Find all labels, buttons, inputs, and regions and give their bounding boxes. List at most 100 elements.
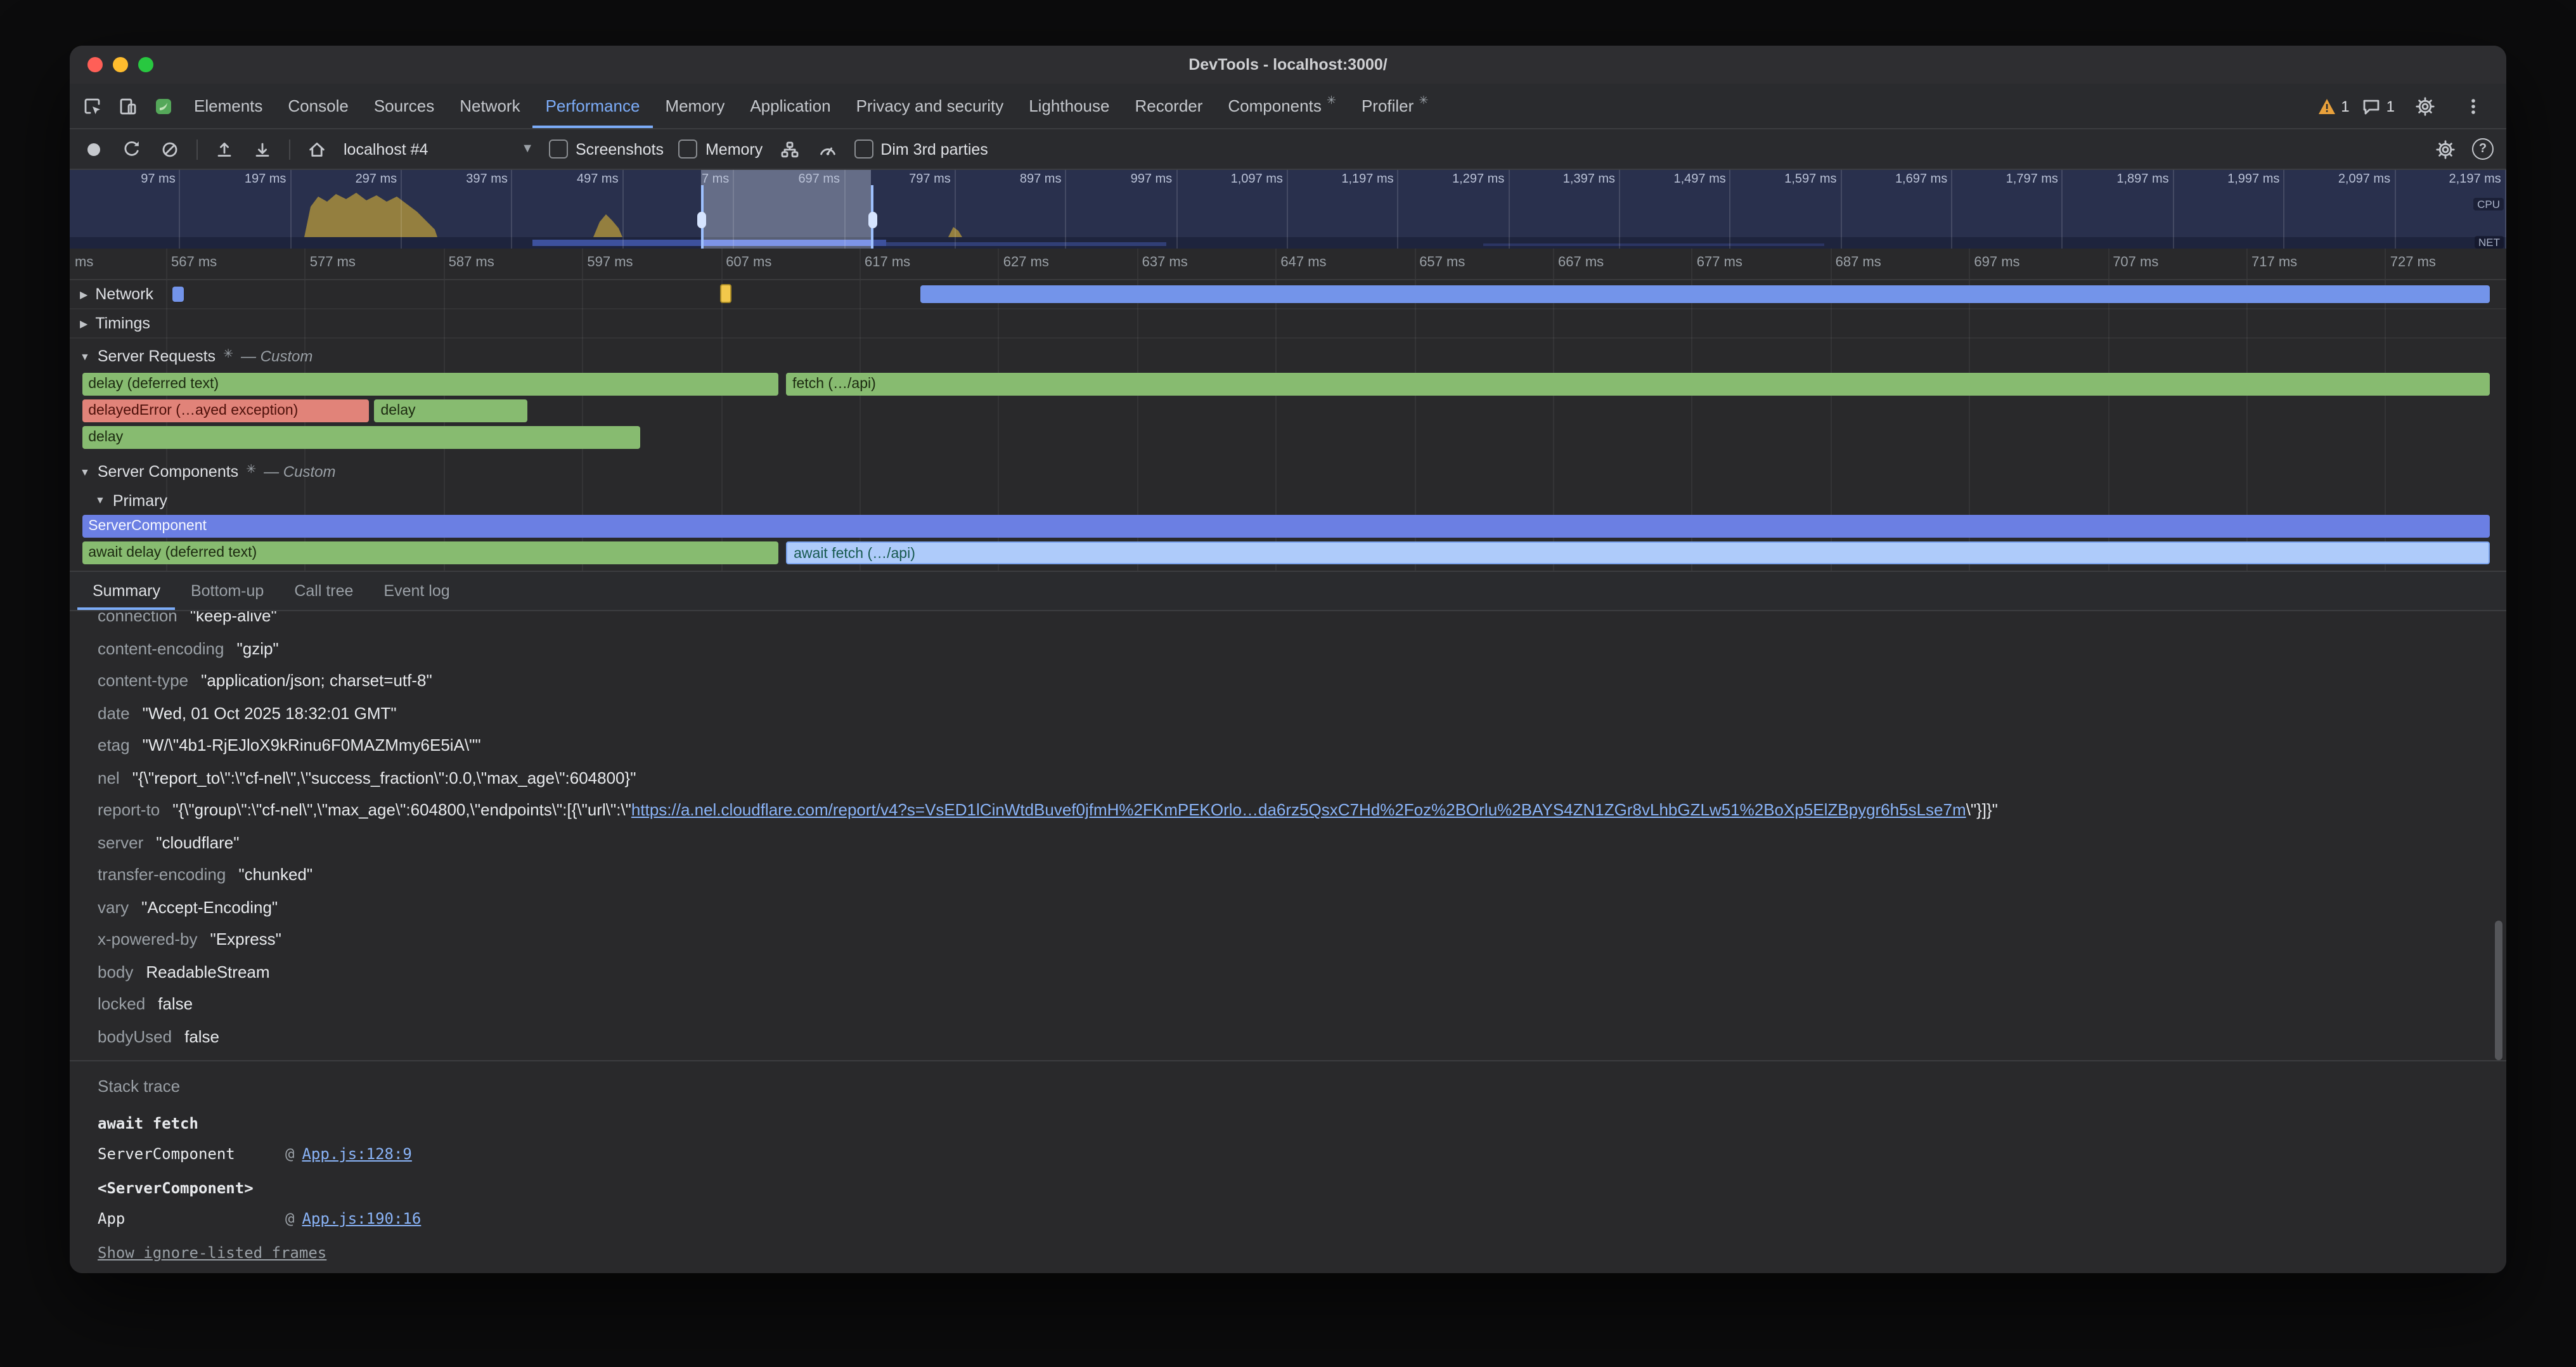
zoom-button[interactable] (138, 57, 153, 72)
network-track-label[interactable]: ▶ Network (80, 285, 153, 303)
collapse-triangle-icon[interactable]: ▼ (80, 466, 90, 477)
flame-bar-delay-deferred[interactable]: delay (deferred text) (82, 373, 778, 396)
issues-indicator[interactable]: 1 (2362, 97, 2395, 115)
server-requests-track-label[interactable]: ▼ Server Requests ✳ — Custom (80, 347, 312, 365)
flame-bar-await-fetch[interactable]: await fetch (…/api) (786, 541, 2489, 564)
tab-components[interactable]: Components✳ (1215, 84, 1349, 128)
header-name: locked (98, 995, 145, 1014)
custom-track-badge: ✳ (223, 347, 233, 361)
tab-performance[interactable]: Performance (533, 84, 653, 128)
kebab-menu-icon[interactable] (2456, 96, 2491, 116)
flame-bar-await-delay[interactable]: await delay (deferred text) (82, 541, 778, 564)
session-select[interactable]: localhost #4 ▼ (344, 140, 534, 158)
selection-handle-right[interactable] (872, 185, 874, 249)
custom-track-badge: ✳ (246, 462, 256, 476)
flame-bar-delayed-error[interactable]: delayedError (…ayed exception) (82, 399, 370, 422)
save-profile-icon[interactable] (251, 138, 274, 160)
clear-icon[interactable] (158, 138, 181, 160)
header-value: "cloudflare" (156, 833, 239, 852)
record-and-reload-icon[interactable] (120, 138, 143, 160)
flame-bar-delay-2[interactable]: delay (375, 399, 528, 422)
header-value: "Accept-Encoding" (141, 898, 278, 917)
network-throttle-icon[interactable] (778, 138, 801, 160)
screenshots-label: Screenshots (576, 140, 664, 158)
header-name: server (98, 833, 143, 852)
tab-profiler[interactable]: Profiler✳ (1349, 84, 1441, 128)
inspect-icon[interactable] (75, 84, 110, 128)
details-tab-bottom-up[interactable]: Bottom-up (176, 572, 279, 610)
collapse-triangle-icon[interactable]: ▼ (80, 351, 90, 362)
tab-recorder[interactable]: Recorder (1122, 84, 1215, 128)
timings-track-label[interactable]: ▶ Timings (80, 314, 150, 332)
primary-subtrack-label[interactable]: ▼ Primary (95, 491, 167, 509)
details-scrollbar[interactable] (2495, 921, 2502, 1060)
issues-count: 1 (2386, 97, 2395, 115)
details-tab-event-log[interactable]: Event log (368, 572, 465, 610)
collapse-triangle-icon[interactable]: ▶ (80, 318, 87, 329)
screenshots-checkbox[interactable]: Screenshots (549, 139, 664, 159)
tab-lighthouse[interactable]: Lighthouse (1016, 84, 1122, 128)
network-request-chip[interactable] (172, 287, 184, 302)
timeline-overview[interactable]: 97 ms197 ms297 ms397 ms497 ms7 ms697 ms7… (70, 170, 2506, 249)
tab-console[interactable]: Console (275, 84, 361, 128)
cpu-throttle-icon[interactable] (816, 138, 839, 160)
capture-settings-gear-icon[interactable] (2434, 138, 2457, 160)
details-tab-call-tree[interactable]: Call tree (279, 572, 368, 610)
ruler-label: 687 ms (1836, 255, 1881, 270)
header-name: connection (98, 611, 177, 626)
header-row-date: date"Wed, 01 Oct 2025 18:32:01 GMT" (98, 697, 2506, 729)
dim-3rd-parties-checkbox[interactable]: Dim 3rd parties (854, 139, 988, 159)
network-marker[interactable] (720, 284, 731, 303)
stack-trace-title: Stack trace (98, 1077, 2506, 1096)
performance-toolbar: localhost #4 ▼ Screenshots Memory Dim 3r… (70, 129, 2506, 170)
ruler-label: 567 ms (171, 255, 217, 270)
show-ignore-listed-link[interactable]: Show ignore-listed frames (98, 1244, 326, 1262)
settings-gear-icon[interactable] (2407, 96, 2443, 116)
timings-track[interactable]: ▶ Timings (70, 309, 2506, 339)
tab-privacy-and-security[interactable]: Privacy and security (844, 84, 1017, 128)
details-pane[interactable]: connection"keep-alive"content-encoding"g… (70, 611, 2506, 1273)
flame-bar-server-component[interactable]: ServerComponent (82, 515, 2489, 538)
tab-application[interactable]: Application (737, 84, 843, 128)
header-value: "Express" (210, 930, 281, 949)
close-button[interactable] (87, 57, 103, 72)
toolbar-separator (196, 139, 198, 159)
collapse-triangle-icon[interactable]: ▼ (95, 495, 105, 506)
tab-badge: ✳ (1419, 94, 1428, 108)
header-row-x-powered-by: x-powered-by"Express" (98, 923, 2506, 956)
server-components-track-header[interactable]: ▼ Server Components ✳ — Custom (70, 457, 2506, 487)
record-icon[interactable] (82, 138, 105, 160)
help-icon[interactable]: ? (2472, 138, 2494, 160)
details-tab-summary[interactable]: Summary (77, 572, 176, 610)
server-requests-track-header[interactable]: ▼ Server Requests ✳ — Custom (70, 341, 2506, 372)
device-toolbar-icon[interactable] (110, 84, 146, 128)
ruler-label: 587 ms (449, 255, 494, 270)
flame-bar-delay-3[interactable]: delay (82, 426, 640, 449)
minimize-button[interactable] (113, 57, 128, 72)
frame-source-link[interactable]: App.js:190:16 (302, 1210, 421, 1228)
collapse-triangle-icon[interactable]: ▶ (80, 288, 87, 300)
dim-3rd-parties-label: Dim 3rd parties (880, 140, 988, 158)
overview-selection-window[interactable] (701, 170, 872, 249)
network-track[interactable]: ▶ Network (70, 280, 2506, 309)
tab-network[interactable]: Network (447, 84, 532, 128)
flame-chart[interactable]: ms 567 ms577 ms587 ms597 ms607 ms617 ms6… (70, 249, 2506, 571)
network-request-bar[interactable] (920, 285, 2490, 303)
flame-bar-fetch-api[interactable]: fetch (…/api) (786, 373, 2489, 396)
memory-checkbox[interactable]: Memory (679, 139, 763, 159)
server-components-track-label[interactable]: ▼ Server Components ✳ — Custom (80, 463, 336, 481)
title-bar[interactable]: DevTools - localhost:3000/ (70, 46, 2506, 84)
extension-icon[interactable] (146, 84, 181, 128)
header-value: "gzip" (237, 639, 279, 658)
selection-handle-left[interactable] (701, 185, 704, 249)
load-profile-icon[interactable] (213, 138, 236, 160)
primary-subtrack-row[interactable]: ▼ Primary (70, 487, 2506, 514)
report-to-link[interactable]: https://a.nel.cloudflare.com/report/v4?s… (631, 801, 1966, 820)
frame-source-link[interactable]: App.js:128:9 (302, 1145, 411, 1163)
tab-memory[interactable]: Memory (652, 84, 737, 128)
tab-elements[interactable]: Elements (181, 84, 275, 128)
live-metrics-home-icon[interactable] (306, 138, 328, 160)
header-row-etag: etag"W/\"4b1-RjEJloX9kRinu6F0MAZMmy6E5iA… (98, 729, 2506, 761)
warnings-indicator[interactable]: 1 (2317, 97, 2349, 115)
tab-sources[interactable]: Sources (361, 84, 447, 128)
